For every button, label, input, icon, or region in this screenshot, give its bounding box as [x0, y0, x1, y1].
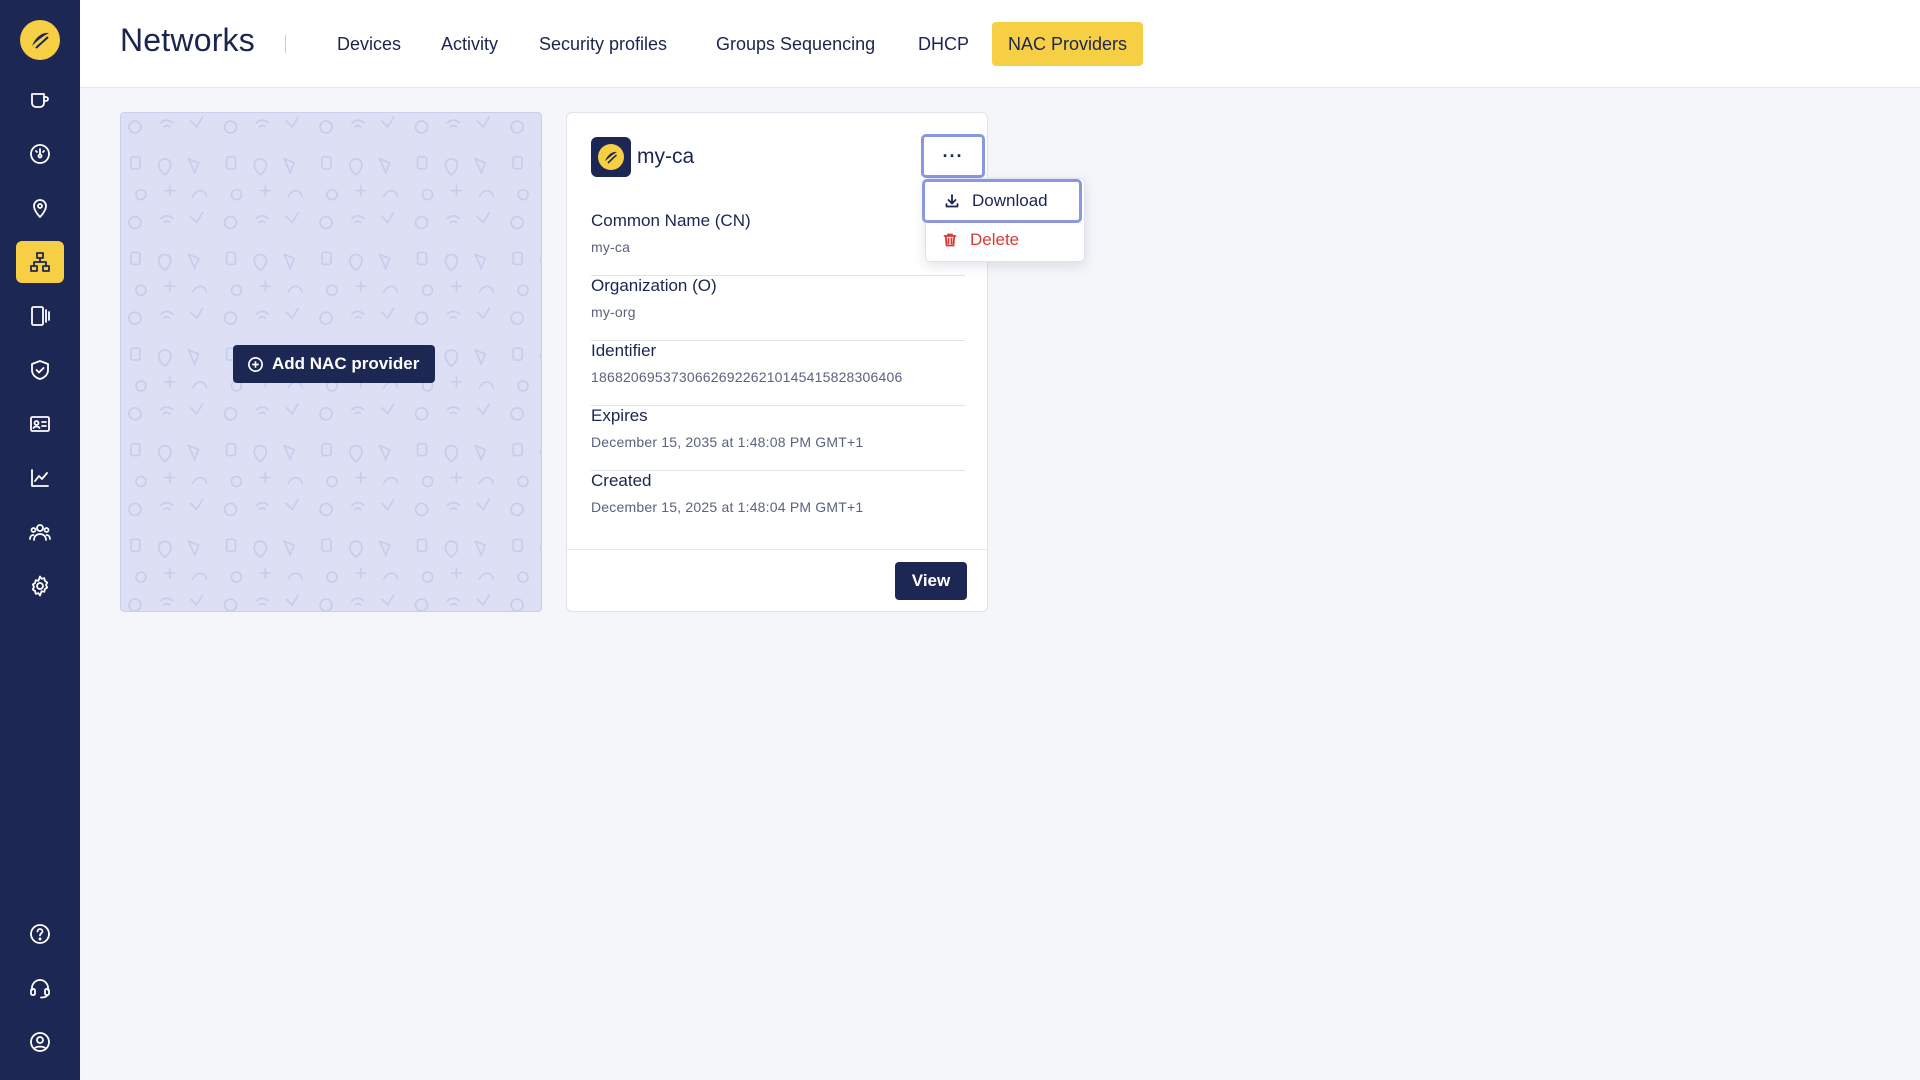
field-label: Created — [591, 471, 652, 490]
field-expires: Expires December 15, 2035 at 1:48:08 PM … — [591, 406, 965, 471]
field-label: Identifier — [591, 341, 657, 360]
tab-activity[interactable]: Activity — [425, 22, 514, 66]
tab-security-profiles[interactable]: Security profiles — [523, 22, 683, 66]
menu-item-label: Download — [972, 191, 1048, 210]
field-organization: Organization (O) my-org — [591, 276, 965, 341]
field-label: Organization (O) — [591, 276, 717, 295]
add-nac-provider-label: Add NAC provider — [272, 354, 420, 373]
add-nac-provider-button[interactable]: Add NAC provider — [233, 345, 436, 383]
more-options-button[interactable]: ··· — [921, 134, 985, 178]
field-identifier: Identifier 18682069537306626922621014541… — [591, 341, 965, 406]
tab-devices[interactable]: Devices — [321, 22, 417, 66]
view-button[interactable]: View — [895, 562, 967, 600]
tab-dhcp[interactable]: DHCP — [902, 22, 985, 66]
headset-icon[interactable] — [16, 967, 64, 1009]
sidebar — [0, 0, 80, 1080]
gear-icon[interactable] — [16, 565, 64, 607]
help-icon[interactable] — [16, 913, 64, 955]
field-value: 186820695373066269226210145415828306406 — [591, 369, 903, 385]
title-divider — [285, 35, 286, 53]
add-provider-card: Add NAC provider — [120, 112, 542, 612]
card-footer: View — [567, 549, 987, 611]
id-card-icon[interactable] — [16, 403, 64, 445]
trash-icon — [943, 233, 957, 247]
more-options-menu: Download Delete — [922, 178, 1086, 262]
location-pin-icon[interactable] — [16, 187, 64, 229]
provider-name: my-ca — [637, 145, 695, 168]
download-icon — [945, 194, 959, 208]
shield-check-icon[interactable] — [16, 349, 64, 391]
field-common-name: Common Name (CN) my-ca — [591, 211, 965, 276]
field-label: Expires — [591, 406, 648, 425]
account-icon[interactable] — [16, 1021, 64, 1063]
field-value: my-org — [591, 304, 636, 320]
coffee-cup-icon[interactable] — [16, 79, 64, 121]
network-icon[interactable] — [16, 241, 64, 283]
plus-circle-icon — [248, 356, 263, 372]
page-title: Networks — [120, 22, 255, 58]
logo-icon[interactable] — [20, 20, 60, 60]
dashboard-gauge-icon[interactable] — [16, 133, 64, 175]
tab-groups-sequencing[interactable]: Groups Sequencing — [700, 22, 891, 66]
field-value: December 15, 2025 at 1:48:04 PM GMT+1 — [591, 499, 864, 515]
tab-nac-providers[interactable]: NAC Providers — [992, 22, 1144, 66]
line-chart-icon[interactable] — [16, 457, 64, 499]
field-label: Common Name (CN) — [591, 211, 751, 230]
field-created: Created December 15, 2025 at 1:48:04 PM … — [591, 471, 965, 536]
devices-icon[interactable] — [16, 295, 64, 337]
page-header: Networks Devices Activity Security profi… — [80, 0, 1920, 88]
users-icon[interactable] — [16, 511, 64, 553]
menu-item-delete[interactable]: Delete — [926, 221, 1086, 259]
field-value: my-ca — [591, 239, 631, 255]
menu-item-download[interactable]: Download — [922, 179, 1082, 223]
menu-item-label: Delete — [970, 230, 1020, 249]
provider-logo-icon — [591, 137, 631, 177]
field-value: December 15, 2035 at 1:48:08 PM GMT+1 — [591, 434, 864, 450]
